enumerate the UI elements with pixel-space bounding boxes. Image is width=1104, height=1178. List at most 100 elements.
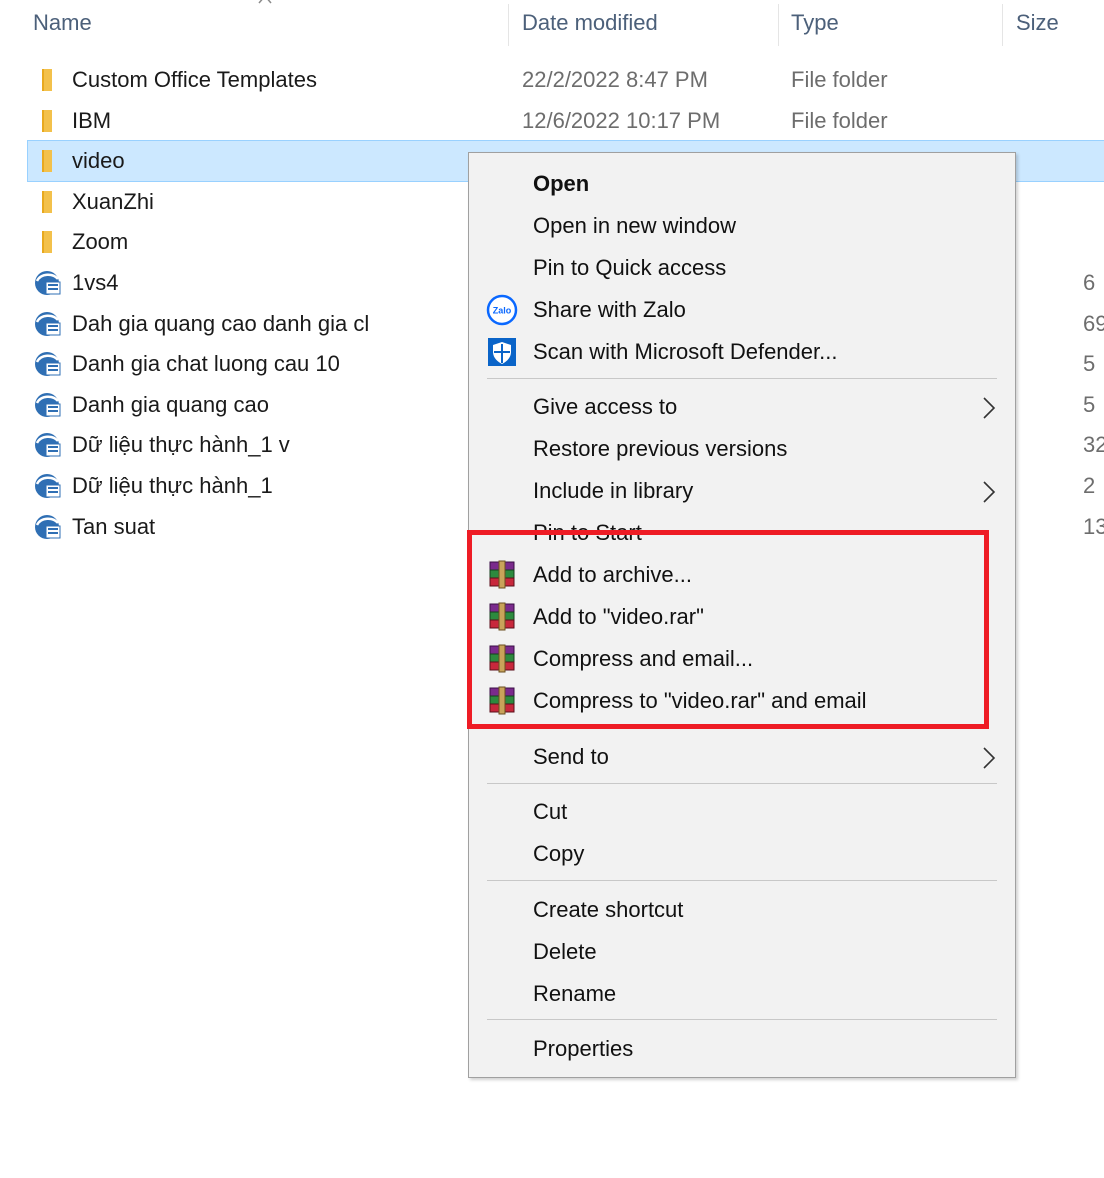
menu-separator: [487, 783, 997, 784]
menu-item-open-new-window[interactable]: Open in new window: [469, 205, 1015, 247]
menu-item-delete[interactable]: Delete: [469, 931, 1015, 973]
column-divider[interactable]: [778, 4, 779, 46]
menu-item-create-shortcut[interactable]: Create shortcut: [469, 889, 1015, 931]
menu-item-give-access[interactable]: Give access to: [469, 386, 1015, 428]
winrar-icon: [489, 602, 515, 631]
file-row[interactable]: Custom Office Templates 22/2/2022 8:47 PM…: [28, 60, 1104, 100]
menu-item-label: Pin to Start: [533, 520, 642, 545]
menu-separator: [487, 880, 997, 881]
defender-shield-icon: [488, 338, 516, 366]
menu-item-label: Cut: [533, 799, 568, 824]
menu-item-include-library[interactable]: Include in library: [469, 470, 1015, 512]
spss-file-icon: [35, 515, 61, 539]
file-name: Custom Office Templates: [72, 67, 317, 92]
file-date-modified: 22/2/2022 8:47 PM: [522, 67, 708, 92]
folder-icon: [42, 231, 52, 253]
column-header: Name Date modified Type Size: [0, 0, 1104, 48]
menu-separator: [487, 1019, 997, 1020]
zalo-icon: Zalo: [486, 294, 518, 326]
menu-item-scan-defender[interactable]: Scan with Microsoft Defender...: [469, 331, 1015, 373]
folder-icon: [42, 150, 52, 172]
folder-icon: [42, 69, 52, 91]
file-name: 1vs4: [72, 270, 119, 295]
menu-item-label: Include in library: [533, 478, 694, 503]
column-header-size[interactable]: Size: [1016, 0, 1104, 48]
menu-item-label: Rename: [533, 981, 617, 1006]
menu-item-label: Scan with Microsoft Defender...: [533, 339, 838, 364]
menu-item-label: Create shortcut: [533, 897, 684, 922]
submenu-arrow-icon: [983, 747, 996, 769]
spss-file-icon: [35, 474, 61, 498]
spss-file-icon: [35, 271, 61, 295]
menu-item-send-to[interactable]: Send to: [469, 736, 1015, 778]
winrar-icon: [489, 560, 515, 589]
file-row[interactable]: IBM 12/6/2022 10:17 PM File folder: [28, 101, 1104, 141]
file-size: 32: [1083, 432, 1104, 457]
zalo-icon-text: Zalo: [493, 306, 512, 316]
file-name: Dah gia quang cao danh gia cl: [72, 311, 370, 336]
folder-icon: [42, 110, 52, 132]
column-divider[interactable]: [1002, 4, 1003, 46]
menu-item-pin-quick-access[interactable]: Pin to Quick access: [469, 247, 1015, 289]
menu-item-restore-versions[interactable]: Restore previous versions: [469, 428, 1015, 470]
file-name: Dữ liệu thực hành_1: [72, 473, 273, 498]
file-size: 2: [1083, 473, 1096, 498]
submenu-arrow-icon: [983, 481, 996, 503]
spss-file-icon: [35, 393, 61, 417]
file-size: 6: [1083, 270, 1096, 295]
file-name: IBM: [72, 108, 112, 133]
file-name: Danh gia chat luong cau 10: [72, 351, 340, 376]
menu-item-label: Open in new window: [533, 213, 737, 238]
menu-item-properties[interactable]: Properties: [469, 1028, 1015, 1070]
file-size: 5: [1083, 392, 1096, 417]
file-name: Zoom: [72, 229, 129, 254]
menu-separator: [487, 378, 997, 379]
menu-item-label: Properties: [533, 1036, 634, 1061]
menu-item-open[interactable]: Open: [469, 163, 1015, 205]
file-size: 5: [1083, 351, 1096, 376]
column-header-date-modified[interactable]: Date modified: [522, 0, 772, 48]
menu-item-pin-start[interactable]: Pin to Start: [469, 512, 1015, 554]
file-type: File folder: [791, 108, 888, 133]
column-header-type[interactable]: Type: [791, 0, 991, 48]
spss-file-icon: [35, 433, 61, 457]
file-name: Dữ liệu thực hành_1 v: [72, 432, 290, 457]
menu-item-add-archive[interactable]: Add to archive...: [469, 554, 1015, 596]
menu-item-label: Open: [533, 171, 590, 196]
file-size: 13: [1083, 514, 1104, 539]
menu-item-label: Copy: [533, 841, 585, 866]
context-menu: Open Open in new window Pin to Quick acc…: [468, 152, 1016, 1078]
submenu-arrow-icon: [983, 397, 996, 419]
file-name: video: [72, 148, 125, 173]
menu-item-copy[interactable]: Copy: [469, 833, 1015, 875]
winrar-icon: [489, 686, 515, 715]
menu-item-compress-video-rar-email[interactable]: Compress to "video.rar" and email: [469, 680, 1015, 722]
menu-item-label: Compress to "video.rar" and email: [533, 688, 867, 713]
menu-item-label: Compress and email...: [533, 646, 754, 671]
menu-item-compress-email[interactable]: Compress and email...: [469, 638, 1015, 680]
file-type: File folder: [791, 67, 888, 92]
spss-file-icon: [35, 312, 61, 336]
menu-item-cut[interactable]: Cut: [469, 791, 1015, 833]
file-name: Tan suat: [72, 514, 156, 539]
file-name: Danh gia quang cao: [72, 392, 269, 417]
menu-item-label: Delete: [533, 939, 597, 964]
menu-item-add-video-rar[interactable]: Add to "video.rar": [469, 596, 1015, 638]
menu-item-label: Send to: [533, 744, 609, 769]
column-header-name[interactable]: Name: [33, 0, 503, 48]
menu-item-rename[interactable]: Rename: [469, 973, 1015, 1015]
file-name: XuanZhi: [72, 189, 154, 214]
column-divider[interactable]: [508, 4, 509, 46]
menu-item-label: Add to archive...: [533, 562, 692, 587]
file-size: 69: [1083, 311, 1104, 336]
menu-item-label: Give access to: [533, 394, 678, 419]
file-date-modified: 12/6/2022 10:17 PM: [522, 108, 721, 133]
menu-item-label: Share with Zalo: [533, 297, 686, 322]
menu-item-share-zalo[interactable]: Zalo Share with Zalo: [469, 289, 1015, 331]
menu-item-label: Restore previous versions: [533, 436, 788, 461]
folder-icon: [42, 191, 52, 213]
winrar-icon: [489, 644, 515, 673]
spss-file-icon: [35, 352, 61, 376]
menu-item-label: Add to "video.rar": [533, 604, 704, 629]
menu-item-label: Pin to Quick access: [533, 255, 727, 280]
